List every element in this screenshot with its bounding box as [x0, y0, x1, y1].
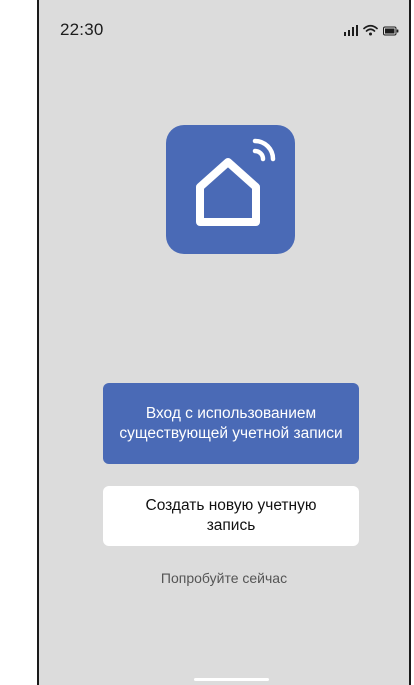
login-existing-account-button[interactable]: Вход с использованием существующей учетн…: [103, 383, 359, 464]
create-account-button-label: Создать новую учетную запись: [145, 497, 317, 534]
battery-icon: [383, 26, 399, 36]
smart-home-icon: [196, 138, 276, 226]
home-indicator[interactable]: [194, 678, 269, 681]
wifi-icon: [363, 24, 378, 36]
phone-screen: 22:30 Вход с использованием существующей…: [37, 0, 411, 685]
status-bar: 22:30: [39, 0, 409, 44]
app-logo: [166, 125, 295, 254]
login-button-label: Вход с использованием существующей учетн…: [119, 404, 343, 442]
signal-icon: [343, 25, 358, 36]
status-icons: [343, 24, 400, 36]
try-now-link[interactable]: Попробуйте сейчас: [39, 570, 409, 586]
create-account-button[interactable]: Создать новую учетную запись: [103, 486, 359, 546]
status-time: 22:30: [60, 20, 104, 39]
